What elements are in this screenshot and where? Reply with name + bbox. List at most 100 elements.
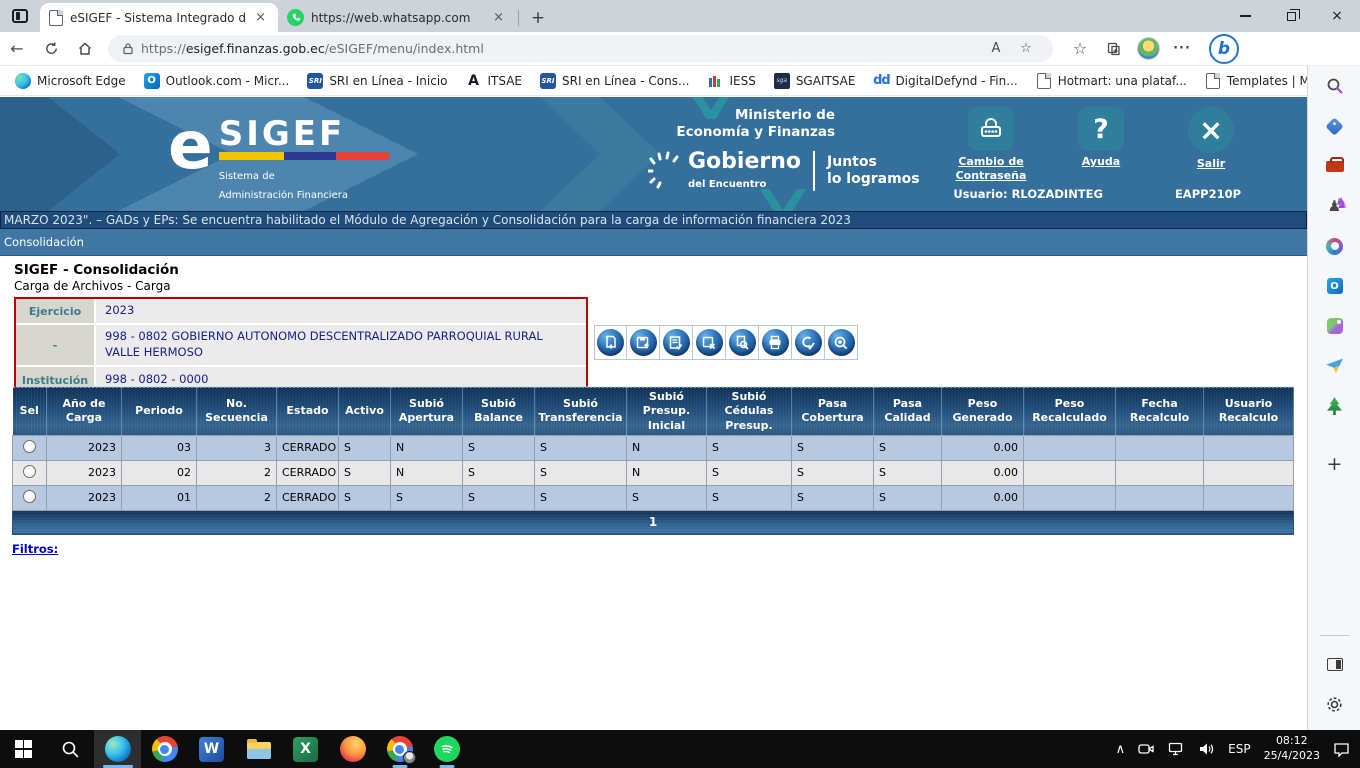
taskbar-edge-button[interactable] — [94, 730, 141, 768]
sidebar-panel-button[interactable] — [1308, 644, 1360, 684]
bookmark-item[interactable]: AITSAE — [457, 69, 532, 93]
language-indicator[interactable]: ESP — [1228, 742, 1250, 756]
clock[interactable]: 08:12 25/4/2023 — [1264, 734, 1320, 764]
cell — [1204, 460, 1294, 485]
taskbar-firefox-button[interactable] — [329, 730, 376, 768]
bookmark-item[interactable]: Hotmart: una plataf... — [1027, 69, 1196, 93]
validate-button[interactable] — [660, 325, 693, 360]
help-button[interactable]: ? Ayuda — [1059, 107, 1143, 184]
bookmark-item[interactable]: SRISRI en Línea - Inicio — [298, 69, 456, 93]
row-select-radio[interactable] — [23, 440, 36, 453]
new-record-button[interactable] — [594, 325, 627, 360]
sidebar-designer-button[interactable] — [1308, 306, 1360, 346]
collections-button[interactable] — [1097, 34, 1131, 64]
bookmark-item[interactable]: sgaSGAITSAE — [765, 69, 865, 93]
taskbar-chrome-profile-button[interactable] — [376, 730, 423, 768]
form-label: - — [16, 325, 96, 365]
sidebar-tree-button[interactable] — [1308, 386, 1360, 426]
tab-close-icon[interactable]: × — [490, 10, 507, 25]
action-center-button[interactable] — [1333, 742, 1350, 757]
breadcrumb: Carga de Archivos - Carga — [14, 279, 171, 293]
cell: CERRADO — [277, 485, 339, 510]
tab-workspaces-button[interactable] — [0, 0, 40, 32]
refresh-button[interactable] — [34, 34, 68, 64]
sidebar-outlook-button[interactable]: O — [1308, 266, 1360, 306]
tray-overflow-button[interactable]: ∧ — [1116, 742, 1126, 757]
favorites-button[interactable]: ☆ — [1063, 34, 1097, 64]
restore-button[interactable] — [1268, 0, 1314, 32]
taskbar-explorer-button[interactable] — [235, 730, 282, 768]
pagination-bar[interactable]: 1 — [13, 510, 1294, 534]
tree-icon — [1326, 397, 1343, 415]
taskbar-excel-button[interactable]: X — [282, 730, 329, 768]
cell: S — [792, 485, 874, 510]
edge-icon — [105, 736, 131, 762]
volume-icon[interactable] — [1198, 742, 1215, 756]
excel-icon: X — [293, 737, 318, 762]
cell: S — [707, 435, 792, 460]
search-icon — [1326, 77, 1344, 95]
bookmark-item[interactable]: ddDigitalDefynd - Fin... — [864, 69, 1026, 93]
bookmark-item[interactable]: Microsoft Edge — [6, 69, 135, 93]
meet-now-icon[interactable] — [1138, 742, 1155, 756]
menu-consolidacion[interactable]: Consolidación — [4, 235, 84, 249]
settings-menu-button[interactable]: ··· — [1165, 34, 1199, 64]
home-button[interactable] — [68, 34, 102, 64]
row-select-radio[interactable] — [23, 490, 36, 503]
logout-button[interactable]: × Salir — [1169, 107, 1253, 184]
taskbar-chrome-button[interactable] — [141, 730, 188, 768]
bookmark-item[interactable]: SRISRI en Línea - Cons... — [531, 69, 698, 93]
cell: S — [627, 485, 707, 510]
column-header: Fecha Recalculo — [1116, 387, 1204, 435]
profile-button[interactable] — [1131, 34, 1165, 64]
new-document-icon — [597, 329, 624, 356]
close-button[interactable]: × — [1314, 0, 1360, 32]
cell: 2023 — [47, 460, 122, 485]
page-title: SIGEF - Consolidación — [14, 262, 179, 278]
approve-button[interactable] — [792, 325, 825, 360]
print-button[interactable] — [759, 325, 792, 360]
save-upload-button[interactable] — [627, 325, 660, 360]
sidebar-tools-button[interactable] — [1308, 146, 1360, 186]
column-header: Peso Generado — [942, 387, 1024, 435]
sidebar-settings-button[interactable] — [1308, 684, 1360, 724]
sidebar-add-button[interactable]: + — [1308, 444, 1360, 484]
read-aloud-button[interactable]: A — [981, 41, 1011, 56]
announcement-marquee: MARZO 2023". – GADs y EPs: Se encuentra … — [0, 211, 1307, 229]
tab-whatsapp[interactable]: https://web.whatsapp.com × — [278, 3, 516, 32]
sidebar-search-button[interactable] — [1308, 66, 1360, 106]
sidebar-drop-button[interactable] — [1308, 346, 1360, 386]
bookmark-item[interactable]: IESS — [698, 69, 764, 93]
consult-button[interactable] — [825, 325, 858, 360]
url-path: /eSIGEF/menu/index.html — [325, 41, 484, 56]
delete-button[interactable] — [693, 325, 726, 360]
tab-close-icon[interactable]: × — [252, 10, 269, 25]
tab-title: eSIGEF - Sistema Integrado de Ge — [70, 11, 245, 25]
address-bar[interactable]: https://esigef.finanzas.gob.ec/eSIGEF/me… — [108, 35, 1053, 62]
tab-esigef[interactable]: eSIGEF - Sistema Integrado de Ge × — [40, 3, 278, 32]
sidebar-office-button[interactable] — [1308, 226, 1360, 266]
taskbar-word-button[interactable]: W — [188, 730, 235, 768]
sidebar-shopping-button[interactable] — [1308, 106, 1360, 146]
row-select-radio[interactable] — [23, 465, 36, 478]
new-tab-button[interactable]: + — [523, 3, 553, 32]
minimize-button[interactable] — [1222, 0, 1268, 32]
back-button[interactable]: ← — [0, 34, 34, 64]
taskbar-search-button[interactable] — [47, 730, 94, 768]
save-upload-icon — [630, 329, 657, 356]
cell: N — [627, 435, 707, 460]
start-button[interactable] — [0, 730, 47, 768]
cell: N — [391, 460, 463, 485]
cell: S — [707, 485, 792, 510]
sidebar-games-button[interactable]: ♟♞ — [1308, 186, 1360, 226]
network-icon[interactable] — [1168, 742, 1185, 756]
cell: 2 — [197, 460, 277, 485]
cell: S — [535, 485, 627, 510]
add-favorite-button[interactable]: ☆ — [1011, 41, 1041, 56]
change-password-button[interactable]: Cambio de Contraseña — [949, 107, 1033, 184]
bookmark-item[interactable]: OOutlook.com - Micr... — [135, 69, 299, 93]
taskbar-spotify-button[interactable] — [423, 730, 470, 768]
bing-discover-button[interactable]: b — [1209, 34, 1239, 64]
preview-button[interactable] — [726, 325, 759, 360]
filters-link[interactable]: Filtros: — [12, 542, 58, 556]
